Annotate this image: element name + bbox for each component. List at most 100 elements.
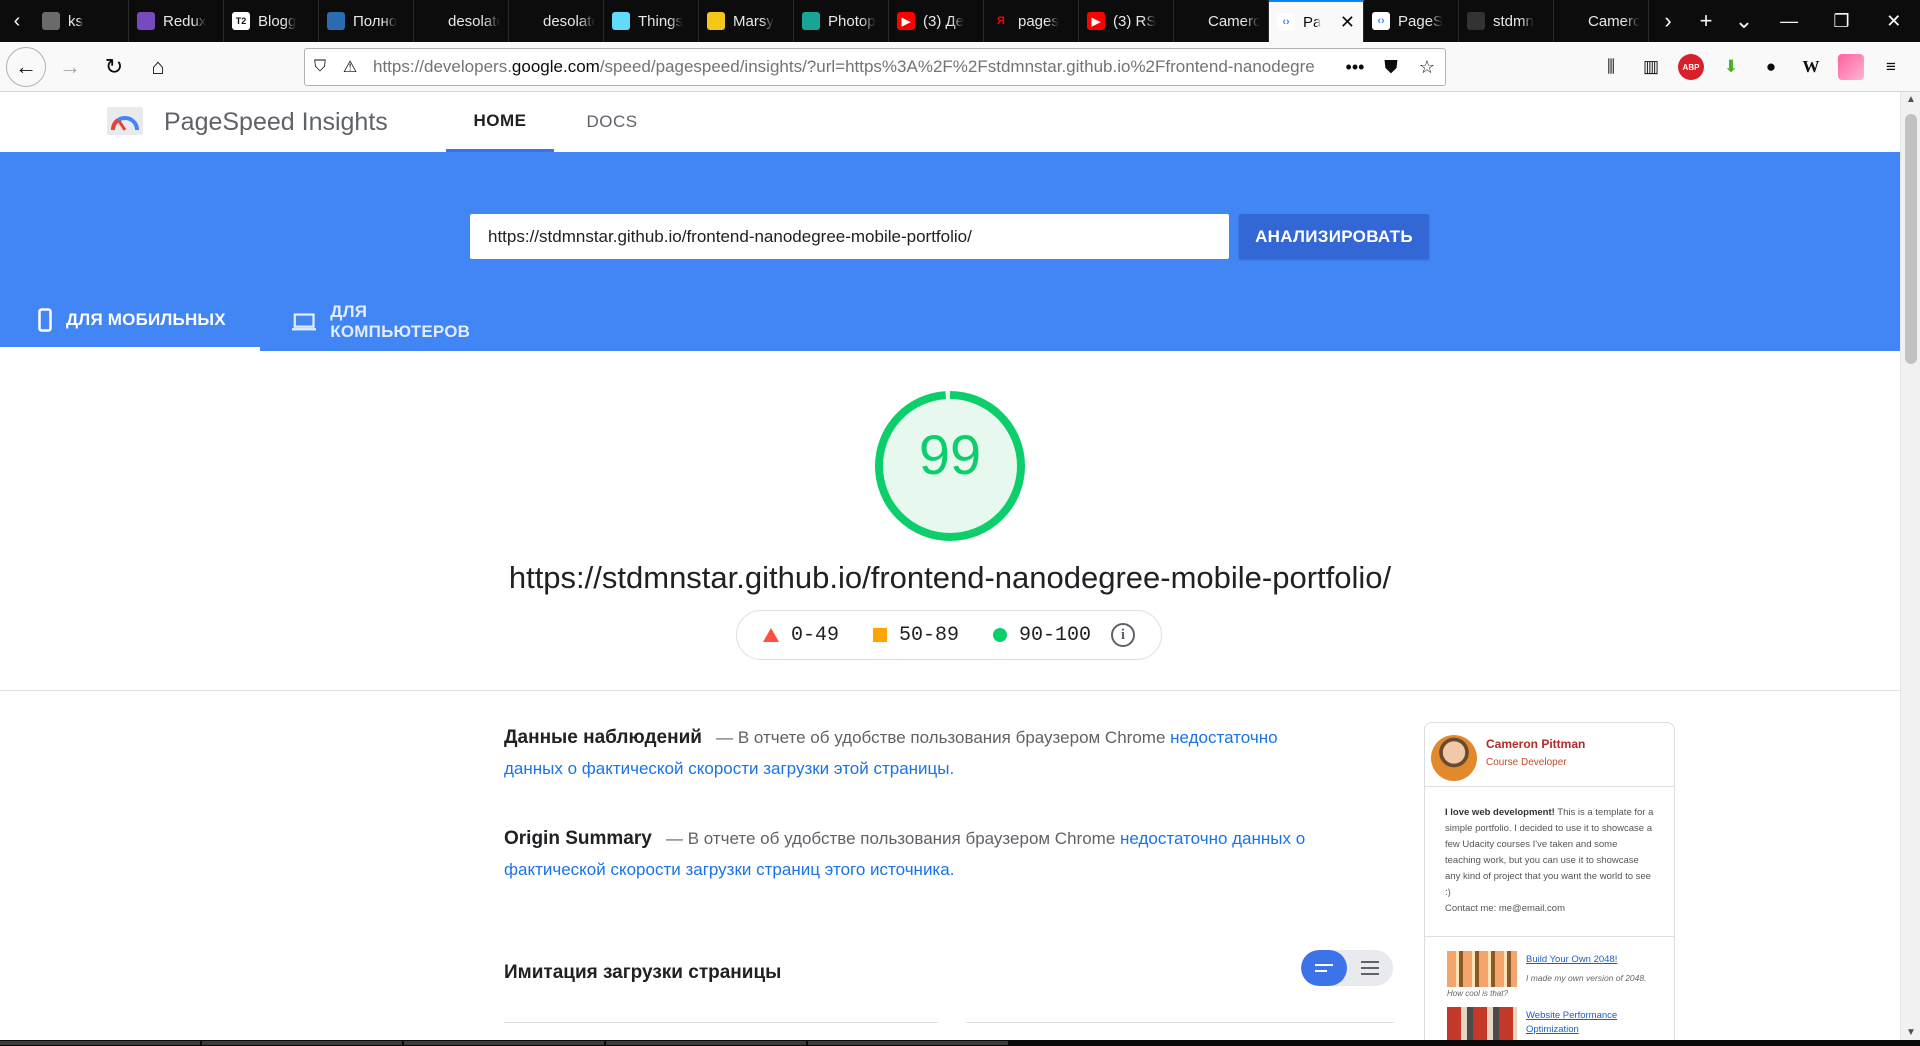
page-actions-icon[interactable]: ••• [1337, 57, 1373, 78]
browser-tab-title: ks [68, 12, 83, 30]
field-data-text: — В отчете об удобстве пользования брауз… [716, 728, 1166, 747]
taskbar-item[interactable] [808, 1041, 1008, 1045]
browser-tab-title: (3) Де [923, 12, 965, 30]
back-icon[interactable]: ← [6, 46, 46, 87]
browser-tab-title: Blogg [258, 12, 297, 30]
address-bar[interactable]: ⛉ ⚠ https://developers.google.com/speed/… [304, 48, 1446, 86]
snowflake-icon [327, 12, 345, 30]
browser-navbar: ← → ↻ ⌂ ⛉ ⚠ https://developers.google.co… [0, 42, 1920, 92]
wikipedia-icon[interactable]: W [1798, 54, 1824, 80]
close-window-icon[interactable]: ✕ [1868, 0, 1920, 42]
minimize-window-icon[interactable]: — [1763, 0, 1815, 42]
browser-tab[interactable]: Cameron P [1554, 0, 1649, 42]
scroll-down-icon[interactable]: ▼ [1901, 1027, 1920, 1038]
os-taskbar [0, 1040, 1920, 1046]
browser-tab[interactable]: ▶ (3) Де [889, 0, 984, 42]
browser-tab[interactable]: Marsy [699, 0, 794, 42]
pagespeed-icon: ‹› [1277, 13, 1295, 31]
browser-tab[interactable]: Cameron P [1174, 0, 1269, 42]
pass-circle-icon [993, 628, 1007, 642]
browser-tab[interactable]: T2 Blogg [224, 0, 319, 42]
new-tab-icon[interactable]: + [1687, 0, 1725, 42]
nav-docs-tab[interactable]: DOCS [556, 92, 668, 152]
reload-icon[interactable]: ↻ [94, 47, 134, 87]
avatar [1431, 735, 1477, 781]
account-icon[interactable]: ● [1758, 54, 1784, 80]
tab-list-dropdown-icon[interactable]: ⌄ [1725, 0, 1763, 42]
scrollbar-thumb[interactable] [1905, 114, 1917, 364]
app-title: PageSpeed Insights [164, 108, 388, 136]
restore-window-icon[interactable]: ❐ [1815, 0, 1867, 42]
expanded-view-toggle[interactable] [1347, 950, 1393, 986]
browser-tab-title: PageS [1398, 12, 1444, 30]
browser-tab[interactable]: Яpages [984, 0, 1079, 42]
tracking-protection-icon[interactable]: ⛉ [305, 58, 335, 76]
long-lines-icon [1361, 961, 1379, 975]
section-divider [0, 690, 1900, 691]
thumbnail-contact: Contact me: me@email.com [1445, 903, 1565, 914]
taskbar-item[interactable] [0, 1041, 200, 1045]
compact-view-toggle[interactable] [1301, 950, 1347, 986]
project-link: Build Your Own 2048! [1526, 954, 1618, 965]
thumbnail-project: Website Performance Optimization [1447, 1007, 1674, 1040]
github-icon [1467, 12, 1485, 30]
close-tab-icon[interactable]: ✕ [1340, 12, 1355, 33]
scroll-up-icon[interactable]: ▲ [1901, 94, 1920, 105]
menu-icon[interactable]: ≡ [1878, 54, 1904, 80]
adblock-icon[interactable]: ABP [1678, 54, 1704, 80]
tab-desktop[interactable]: ДЛЯ КОМПЬЮТЕРОВ [266, 292, 526, 351]
pagespeed-icon: ‹› [1372, 12, 1390, 30]
legend-pass-label: 90-100 [1019, 623, 1092, 647]
taskbar-item[interactable] [202, 1041, 402, 1045]
site-info-warning-icon[interactable]: ⚠ [335, 57, 365, 77]
browser-tab[interactable]: ‹› Pa ✕ [1269, 0, 1364, 42]
tab-mobile[interactable]: ДЛЯ МОБИЛЬНЫХ [0, 292, 260, 351]
browser-tab[interactable]: Redux [129, 0, 224, 42]
thumbnail-intro-text: This is a template for a simple portfoli… [1445, 807, 1654, 898]
short-lines-icon [1315, 964, 1333, 972]
browser-tab[interactable]: desolate-f [414, 0, 509, 42]
thumbnail-intro: I love web development! This is a templa… [1425, 787, 1674, 937]
analyze-button[interactable]: АНАЛИЗИРОВАТЬ [1239, 214, 1429, 259]
download-extension-icon[interactable]: ⬇ [1718, 54, 1744, 80]
yandex-icon: Я [997, 15, 1005, 27]
browser-tab[interactable]: ▶ (3) RS [1079, 0, 1174, 42]
origin-summary-section: Origin Summary — В отчете об удобстве по… [504, 823, 1334, 885]
smartphone-icon [38, 307, 52, 332]
browser-tab[interactable]: Things [604, 0, 699, 42]
page-screenshot-thumbnail: Cameron Pittman Course Developer I love … [1424, 722, 1675, 1040]
metrics-rule-left [504, 1022, 938, 1023]
color-extension-icon[interactable] [1838, 54, 1864, 80]
browser-tab[interactable]: ks [34, 0, 129, 42]
browser-tab[interactable]: Полно [319, 0, 414, 42]
pocket-icon[interactable]: ⛊ [1373, 57, 1409, 78]
home-icon[interactable]: ⌂ [138, 47, 178, 87]
browser-tab[interactable]: desolate-f [509, 0, 604, 42]
browser-tab-title: Marsy [733, 12, 774, 30]
tab-desktop-label: ДЛЯ КОМПЬЮТЕРОВ [330, 301, 471, 341]
tabs-scroll-left-icon[interactable]: ‹ [0, 0, 34, 42]
tabs-scroll-right-icon[interactable]: › [1649, 0, 1687, 42]
address-url[interactable]: https://developers.google.com/speed/page… [365, 57, 1337, 77]
nav-home-tab[interactable]: HOME [446, 92, 554, 152]
forward-icon[interactable]: → [50, 47, 90, 87]
bookmark-star-icon[interactable]: ☆ [1409, 57, 1445, 78]
legend-pass: 90-100 [993, 624, 1091, 647]
page-scrollbar[interactable]: ▲ ▼ [1900, 92, 1920, 1040]
thumbnail-header: Cameron Pittman Course Developer [1425, 723, 1674, 787]
library-icon[interactable]: ⫼ [1598, 54, 1624, 80]
taskbar-item[interactable] [404, 1041, 604, 1045]
browser-tab-title: Cameron P [1208, 12, 1260, 30]
taskbar-item[interactable] [606, 1041, 806, 1045]
page-viewport: PageSpeed Insights HOME DOCS АНАЛИЗИРОВА… [0, 92, 1900, 1040]
browser-tab[interactable]: ‹› PageS [1364, 0, 1459, 42]
pagespeed-logo-icon [107, 107, 143, 135]
sidebar-icon[interactable]: ▥ [1638, 54, 1664, 80]
browser-tab[interactable]: stdmn [1459, 0, 1554, 42]
url-input[interactable] [470, 214, 1229, 259]
browser-tab[interactable]: Photop [794, 0, 889, 42]
browser-tab-title: stdmn [1493, 12, 1534, 30]
average-square-icon [872, 628, 887, 642]
info-icon[interactable]: i [1111, 623, 1136, 647]
t2-icon: T2 [232, 12, 250, 30]
